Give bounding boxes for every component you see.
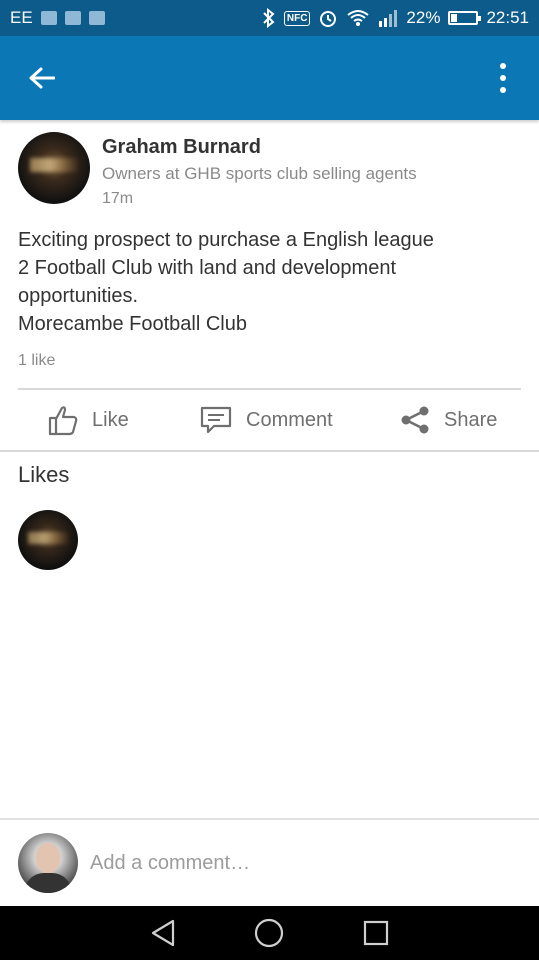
post-text-line: Exciting prospect to purchase a English … <box>18 229 434 251</box>
share-button[interactable]: Share <box>400 405 497 435</box>
triangle-back-icon <box>152 919 175 947</box>
post-text-line: Morecambe Football Club <box>18 313 247 335</box>
my-avatar <box>18 833 78 893</box>
status-left: EE <box>10 8 105 28</box>
divider <box>0 450 539 452</box>
comment-input[interactable] <box>90 839 521 887</box>
signal-icon <box>378 9 398 27</box>
comment-button[interactable]: Comment <box>200 406 333 434</box>
likes-count[interactable]: 1 like <box>0 338 539 378</box>
author-name[interactable]: Graham Burnard <box>102 136 261 159</box>
post-header: Graham Burnard Owners at GHB sports club… <box>0 120 539 216</box>
status-bar: EE NFC 22% 22:51 <box>0 0 539 36</box>
status-right: NFC 22% 22:51 <box>262 8 529 28</box>
wifi-icon <box>346 9 370 27</box>
comment-label: Comment <box>246 408 333 431</box>
post-time: 17m <box>102 190 134 207</box>
liker-avatar[interactable] <box>18 510 78 570</box>
carrier-label: EE <box>10 8 33 27</box>
likes-section-title: Likes <box>18 462 70 487</box>
system-nav-bar <box>0 906 539 960</box>
nav-home-button[interactable] <box>245 909 293 957</box>
post-text-line: opportunities. <box>18 285 139 307</box>
clock: 22:51 <box>486 8 529 27</box>
like-label: Like <box>92 408 129 431</box>
nfc-icon: NFC <box>283 10 311 26</box>
battery-percent: 22% <box>406 8 441 27</box>
comment-bar <box>0 818 539 906</box>
square-recents-icon <box>363 920 388 946</box>
post-text: Exciting prospect to purchase a English … <box>0 216 539 338</box>
author-avatar[interactable] <box>18 132 90 204</box>
share-icon <box>401 406 429 434</box>
alarm-icon <box>318 8 338 28</box>
nav-recents-button[interactable] <box>352 909 400 957</box>
post-card: Graham Burnard Owners at GHB sports club… <box>0 120 539 452</box>
nav-back-button[interactable] <box>139 909 187 957</box>
voicemail-icon <box>64 11 81 25</box>
battery-icon <box>448 11 482 25</box>
gallery-icon <box>88 11 105 25</box>
bluetooth-icon <box>262 8 276 28</box>
overflow-menu-button[interactable] <box>485 54 521 102</box>
author-headline: Owners at GHB sports club selling agents <box>102 164 417 183</box>
like-button[interactable]: Like <box>48 404 129 436</box>
notification-icon <box>40 11 57 25</box>
app-bar <box>0 36 539 120</box>
circle-home-icon <box>255 918 284 948</box>
arrow-left-icon <box>29 67 55 89</box>
thumbs-up-icon <box>48 406 78 436</box>
comment-icon <box>200 406 232 434</box>
share-label: Share <box>444 408 498 431</box>
post-text-line: 2 Football Club with land and developmen… <box>18 257 397 279</box>
back-button[interactable] <box>18 54 66 102</box>
more-vert-icon <box>500 63 506 93</box>
action-bar: Like Comment Share <box>0 390 539 450</box>
